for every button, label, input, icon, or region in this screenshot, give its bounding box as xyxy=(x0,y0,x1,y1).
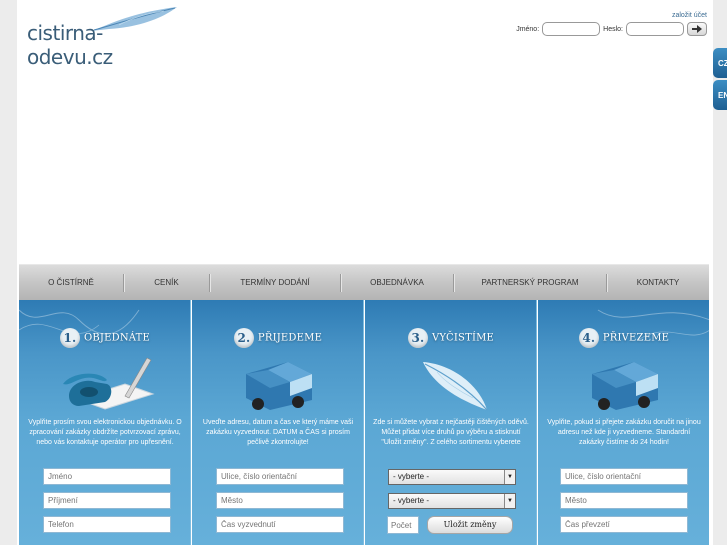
step-2-title: 2. PŘIJEDEME xyxy=(192,328,363,348)
quantity-input[interactable] xyxy=(387,516,419,534)
language-en-button[interactable]: EN xyxy=(713,80,727,110)
feather-icon xyxy=(423,362,488,411)
last-name-input[interactable] xyxy=(43,492,171,509)
nav-item-terminy-dodani[interactable]: TERMÍNY DODÁNÍ xyxy=(210,265,340,301)
logo-text: cistirna-odevu.cz xyxy=(27,21,113,69)
garment-select-1[interactable]: - vyberte - ▼ xyxy=(388,469,516,485)
save-changes-button[interactable]: Uložit změny xyxy=(427,516,513,534)
arrow-right-icon xyxy=(692,25,702,33)
step-1-title: 1. OBJEDNÁTE xyxy=(19,328,190,348)
step-2-text: Uveďte adresu, datum a čas ve který máme… xyxy=(202,419,354,446)
van-icon xyxy=(246,362,312,410)
step-2-panel: 2. PŘIJEDEME Uveďte adresu, datum a čas v… xyxy=(192,300,364,545)
main-nav: O ČISTÍRNĚ CENÍK TERMÍNY DODÁNÍ OBJEDNÁV… xyxy=(19,264,709,300)
nav-item-kontakty[interactable]: KONTAKTY xyxy=(607,265,709,301)
first-name-input[interactable] xyxy=(43,468,171,485)
login-password-input[interactable] xyxy=(626,22,684,36)
step-4-text: Vyplňte, pokud si přejete zakázku doruči… xyxy=(547,419,701,446)
delivery-city-input[interactable] xyxy=(560,492,688,509)
pickup-city-input[interactable] xyxy=(216,492,344,509)
step-3-panel: 3. VYČISTÍME Zde si můžete vybrat z nejča… xyxy=(365,300,537,545)
chevron-down-icon: ▼ xyxy=(504,494,515,508)
garment-select-2[interactable]: - vyberte - ▼ xyxy=(388,493,516,509)
nav-item-partnersky-program[interactable]: PARTNERSKÝ PROGRAM xyxy=(454,265,606,301)
step-1-text: Vyplňte prosím svou elektronickou objedn… xyxy=(28,419,182,446)
nav-item-cenik[interactable]: CENÍK xyxy=(124,265,209,301)
name-label: Jméno: xyxy=(516,25,540,33)
pickup-time-input[interactable] xyxy=(216,516,344,533)
phone-input[interactable] xyxy=(43,516,171,533)
login-form: Jméno: Heslo: xyxy=(516,22,707,36)
nav-item-objednavka[interactable]: OBJEDNÁVKA xyxy=(341,265,453,301)
step-3-text: Zde si můžete vybrat z nejčastěji čištěn… xyxy=(373,419,529,446)
login-submit-button[interactable] xyxy=(687,22,707,36)
delivery-street-input[interactable] xyxy=(560,468,688,485)
pickup-street-input[interactable] xyxy=(216,468,344,485)
step-3-title: 3. VYČISTÍME xyxy=(365,328,536,348)
language-cz-button[interactable]: CZ xyxy=(713,48,727,78)
chevron-down-icon: ▼ xyxy=(504,470,515,484)
login-name-input[interactable] xyxy=(542,22,601,36)
nav-item-o-cistirne[interactable]: O ČISTÍRNĚ xyxy=(19,265,123,301)
password-label: Heslo: xyxy=(603,25,623,33)
phone-icon xyxy=(63,357,155,410)
delivery-time-input[interactable] xyxy=(560,516,688,533)
step-1-panel: 1. OBJEDNÁTE Vyplňte prosím svou elektron… xyxy=(19,300,191,545)
step-4-panel: 4. PŘIVEZEME Vyplňte, pokud si přejete za… xyxy=(538,300,709,545)
register-link[interactable]: založit účet xyxy=(672,12,707,19)
order-steps: 1. OBJEDNÁTE Vyplňte prosím svou elektron… xyxy=(19,300,709,545)
logo[interactable]: cistirna-odevu.cz xyxy=(27,5,177,69)
van-icon xyxy=(592,362,658,410)
step-4-title: 4. PŘIVEZEME xyxy=(538,328,709,348)
